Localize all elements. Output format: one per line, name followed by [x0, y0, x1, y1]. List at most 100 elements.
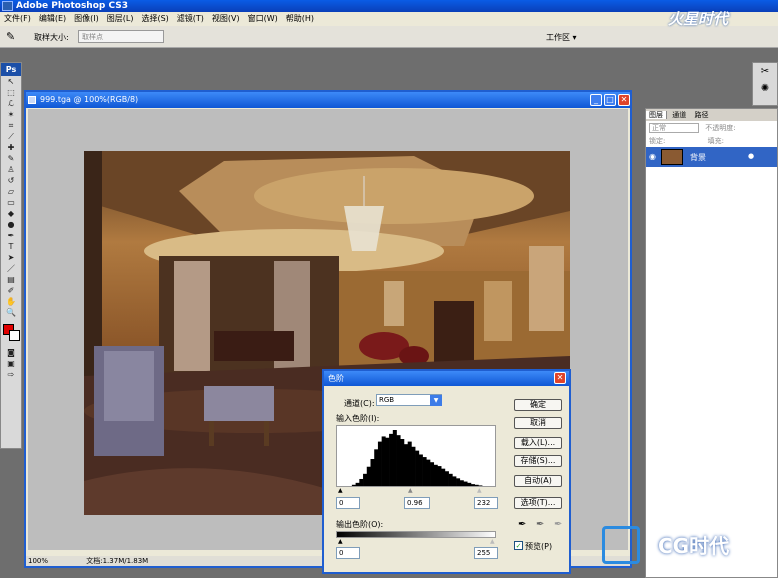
layer-row-background[interactable]: ◉ 背景 ● [646, 147, 777, 167]
histogram-bar [463, 481, 468, 486]
blend-mode-row: 正常 不透明度: [646, 121, 777, 135]
jump-to-imageready-icon[interactable]: ⇨ [1, 369, 21, 380]
quick-mask-icon[interactable]: ◙ [1, 347, 21, 358]
load-button[interactable]: 载入(L)... [514, 437, 562, 449]
background-color-swatch[interactable] [9, 330, 20, 341]
levels-close-button[interactable]: ✕ [554, 372, 566, 384]
tab-channels[interactable]: 通道 [669, 111, 689, 119]
histogram-bar [482, 486, 486, 487]
preview-label: 预览(P) [525, 542, 553, 551]
sample-size-label: 取样大小: [34, 33, 69, 42]
healing-tool-icon[interactable]: ✚ [1, 142, 21, 153]
app-title: Adobe Photoshop CS3 [16, 1, 128, 11]
preview-checkbox[interactable]: ✓ [514, 541, 523, 550]
levels-title-bar[interactable]: 色阶 ✕ [324, 371, 569, 386]
watermark-logo-bottom: CG时代 www.cgtime.com.cn [600, 524, 770, 576]
minimize-button[interactable]: _ [590, 94, 602, 106]
pen-tool-icon[interactable]: ✒ [1, 230, 21, 241]
cancel-button[interactable]: 取消 [514, 417, 562, 429]
dodge-tool-icon[interactable]: ● [1, 219, 21, 230]
menu-select[interactable]: 选择(S) [137, 12, 172, 26]
type-tool-icon[interactable]: T [1, 241, 21, 252]
app-title-bar: Adobe Photoshop CS3 [0, 0, 778, 12]
workspace-menu[interactable]: 工作区 ▾ [546, 32, 577, 43]
hand-tool-icon[interactable]: ✋ [1, 296, 21, 307]
menu-filter[interactable]: 滤镜(T) [173, 12, 208, 26]
menu-file[interactable]: 文件(F) [0, 12, 35, 26]
maximize-button[interactable]: □ [604, 94, 616, 106]
menu-image[interactable]: 图像(I) [70, 12, 103, 26]
eyedropper-icon[interactable]: ✎ [6, 30, 15, 43]
output-black-field[interactable]: 0 [336, 547, 360, 559]
photoshop-logo-icon [2, 1, 13, 11]
auto-button[interactable]: 自动(A) [514, 475, 562, 487]
menu-edit[interactable]: 编辑(E) [35, 12, 70, 26]
output-white-slider[interactable]: ▲ [490, 538, 495, 545]
notes-tool-icon[interactable]: ▤ [1, 274, 21, 285]
eraser-tool-icon[interactable]: ▱ [1, 186, 21, 197]
tab-paths[interactable]: 路径 [691, 111, 711, 119]
output-white-field[interactable]: 255 [474, 547, 498, 559]
histogram-bar [366, 466, 371, 486]
input-gamma-slider[interactable]: ▲ [408, 487, 413, 494]
crop-tool-icon[interactable]: ⌗ [1, 120, 21, 131]
histogram-bar [452, 476, 457, 486]
lasso-tool-icon[interactable]: ℒ [1, 98, 21, 109]
gradient-tool-icon[interactable]: ▭ [1, 197, 21, 208]
zoom-tool-icon[interactable]: 🔍 [1, 307, 21, 318]
zoom-level[interactable]: 100% [28, 557, 48, 565]
histogram-bar [433, 464, 438, 486]
blend-mode-select[interactable]: 正常 [649, 123, 699, 133]
stamp-tool-icon[interactable]: ♙ [1, 164, 21, 175]
input-levels-label: 输入色阶(I): [336, 414, 380, 423]
close-button[interactable]: ✕ [618, 94, 630, 106]
marquee-tool-icon[interactable]: ⬚ [1, 87, 21, 98]
slice-tool-icon[interactable]: ⟋ [1, 131, 21, 142]
layer-name: 背景 [690, 153, 706, 162]
opacity-label: 不透明度: [705, 124, 736, 132]
magic-wand-tool-icon[interactable]: ✶ [1, 109, 21, 120]
options-button[interactable]: 选项(T)... [514, 497, 562, 509]
menu-help[interactable]: 帮助(H) [282, 12, 318, 26]
input-white-slider[interactable]: ▲ [477, 487, 482, 494]
histogram-bar [385, 437, 390, 486]
path-select-tool-icon[interactable]: ➤ [1, 252, 21, 263]
histogram-bar [355, 482, 360, 486]
ok-button[interactable]: 确定 [514, 399, 562, 411]
histogram-bar [359, 478, 364, 486]
shape-tool-icon[interactable]: ／ [1, 263, 21, 274]
screen-mode-icon[interactable]: ▣ [1, 358, 21, 369]
channel-dropdown-icon[interactable]: ▼ [430, 395, 442, 406]
eyedropper-tool-icon[interactable]: ✐ [1, 285, 21, 296]
input-white-field[interactable]: 232 [474, 497, 498, 509]
channel-label: 通道(C): [344, 399, 375, 408]
move-tool-icon[interactable]: ↖ [1, 76, 21, 87]
tab-layers[interactable]: 图层 [646, 111, 667, 119]
layers-panel-tabs: 图层 通道 路径 [646, 109, 777, 121]
histogram-bar [430, 462, 435, 486]
save-button[interactable]: 存储(S)... [514, 455, 562, 467]
input-black-slider[interactable]: ▲ [338, 487, 343, 494]
tool-presets-icon[interactable]: ✂ [753, 66, 777, 77]
menu-layer[interactable]: 图层(L) [103, 12, 138, 26]
input-gamma-field[interactable]: 0.96 [404, 497, 430, 509]
document-icon [28, 96, 36, 104]
input-black-field[interactable]: 0 [336, 497, 360, 509]
histogram-bar [396, 435, 401, 486]
menu-window[interactable]: 窗口(W) [244, 12, 282, 26]
document-title-bar[interactable]: 999.tga @ 100%(RGB/8) _ □ ✕ [26, 92, 630, 108]
black-eyedropper-icon[interactable]: ✒ [518, 519, 526, 530]
options-bar: ✎ 取样大小: 取样点 工作区 ▾ [0, 26, 778, 48]
visibility-eye-icon[interactable]: ◉ [649, 152, 656, 161]
document-size[interactable]: 文档:1.37M/1.83M [86, 557, 148, 565]
menu-view[interactable]: 视图(V) [208, 12, 244, 26]
lock-label: 锁定: [649, 137, 666, 145]
output-black-slider[interactable]: ▲ [338, 538, 343, 545]
blur-tool-icon[interactable]: ◆ [1, 208, 21, 219]
white-eyedropper-icon[interactable]: ✒ [554, 519, 562, 530]
sample-size-select[interactable]: 取样点 [78, 30, 164, 43]
history-brush-tool-icon[interactable]: ↺ [1, 175, 21, 186]
gray-eyedropper-icon[interactable]: ✒ [536, 519, 544, 530]
brushes-icon[interactable]: ✺ [753, 83, 777, 94]
brush-tool-icon[interactable]: ✎ [1, 153, 21, 164]
